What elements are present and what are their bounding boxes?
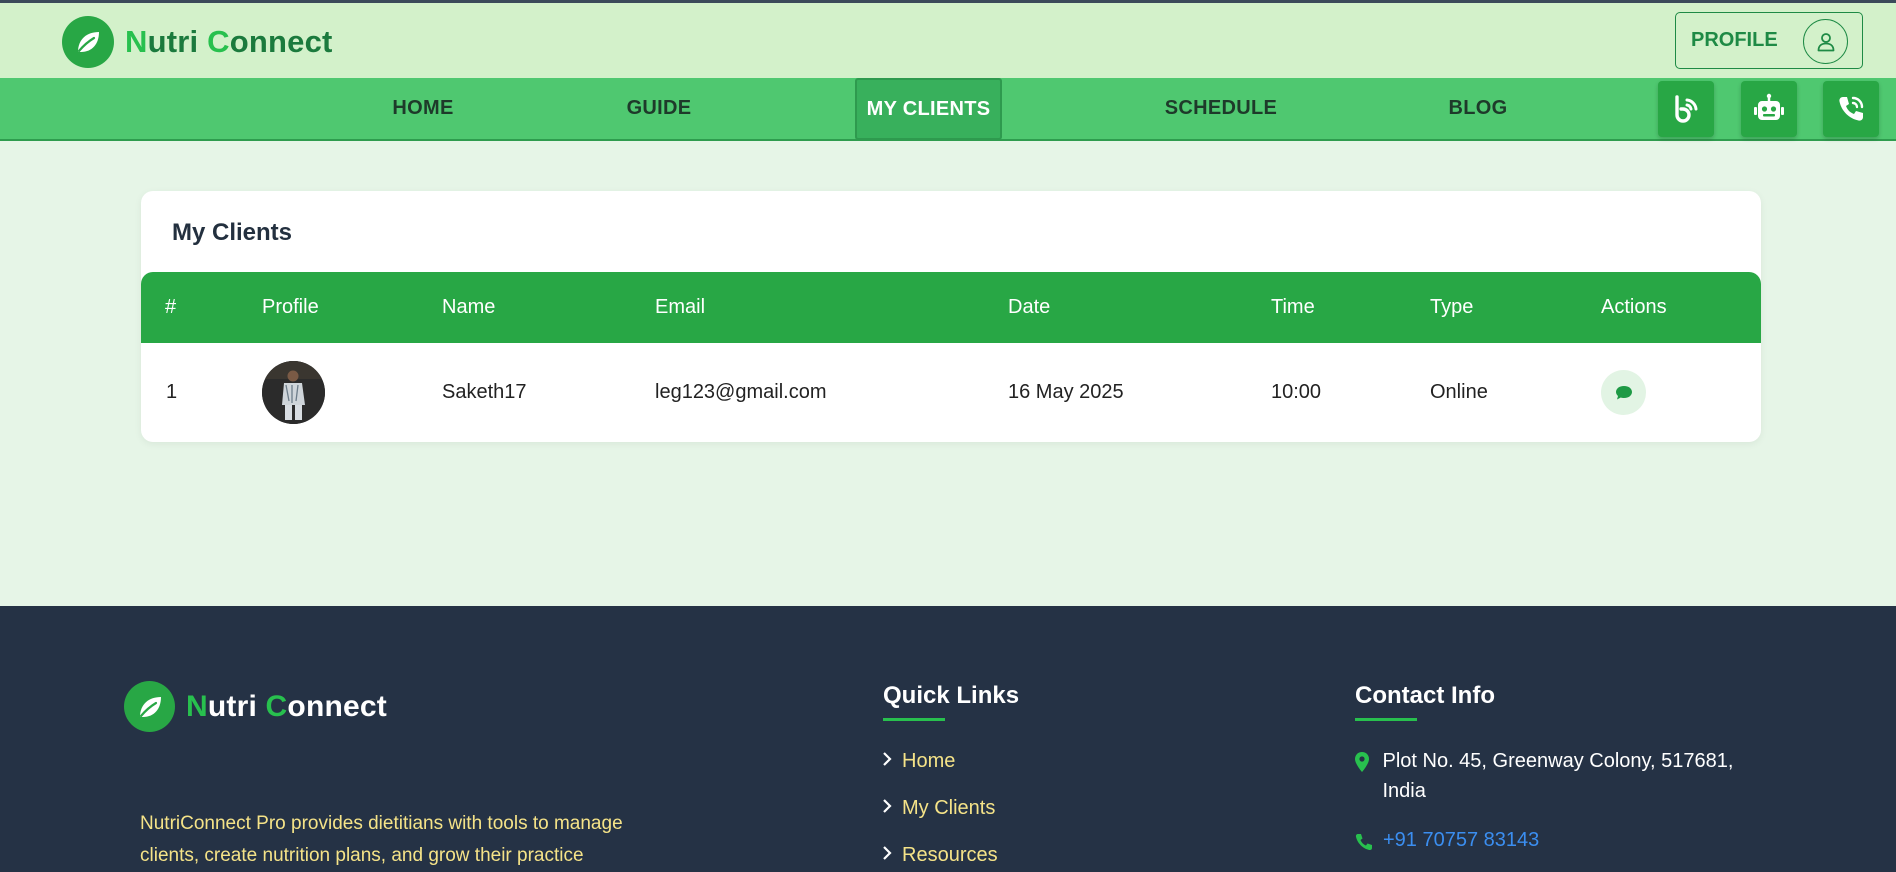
user-icon — [1803, 19, 1848, 64]
table-row: 1 Saketh17 leg123@gmail.com 16 May 2025 … — [141, 343, 1761, 442]
blog-icon[interactable] — [1658, 81, 1714, 137]
col-date: Date — [1008, 296, 1051, 318]
nav-my-clients[interactable]: MY CLIENTS — [855, 78, 1002, 140]
chevron-right-icon — [882, 797, 892, 820]
footer-link-resources[interactable]: Resources — [882, 844, 998, 867]
contact-underline — [1355, 718, 1417, 721]
col-type: Type — [1430, 296, 1474, 318]
header: Nutri Connect PROFILE — [0, 3, 1896, 78]
row-name: Saketh17 — [442, 381, 527, 403]
robot-icon[interactable] — [1741, 81, 1797, 137]
footer-link-label: Home — [902, 750, 956, 772]
nav-home[interactable]: HOME — [383, 78, 463, 139]
nav-schedule[interactable]: SCHEDULE — [1158, 78, 1284, 139]
footer-link-label: Resources — [902, 844, 998, 866]
col-actions: Actions — [1601, 296, 1667, 318]
phone-icon — [1355, 830, 1383, 860]
clients-card: My Clients # Profile Name Email Date Tim… — [141, 191, 1761, 442]
main-nav: HOME GUIDE MY CLIENTS SCHEDULE BLOG — [0, 78, 1896, 141]
map-pin-icon — [1355, 751, 1382, 806]
col-email: Email — [655, 296, 706, 318]
contact-heading: Contact Info — [1355, 682, 1495, 709]
row-date: 16 May 2025 — [1008, 381, 1124, 403]
footer: Nutri Connect NutriConnect Pro provides … — [0, 606, 1896, 872]
chevron-right-icon — [882, 844, 892, 867]
footer-link-home[interactable]: Home — [882, 750, 955, 773]
col-name: Name — [442, 296, 496, 318]
row-time: 10:00 — [1271, 381, 1322, 403]
nav-blog[interactable]: BLOG — [1445, 78, 1511, 139]
footer-brand-logo[interactable]: Nutri Connect — [124, 681, 387, 732]
row-avatar-cell — [262, 343, 325, 442]
chat-button[interactable] — [1601, 370, 1646, 415]
footer-link-my-clients[interactable]: My Clients — [882, 797, 995, 820]
brand-logo[interactable]: Nutri Connect — [62, 16, 333, 68]
leaf-icon — [62, 16, 114, 68]
page-title: My Clients — [172, 219, 293, 246]
phone-icon[interactable] — [1823, 81, 1879, 137]
col-index: # — [165, 296, 177, 318]
quick-links-underline — [883, 718, 945, 721]
contact-address: Plot No. 45, Greenway Colony, 517681, In… — [1355, 746, 1775, 806]
footer-description: NutriConnect Pro provides dietitians wit… — [140, 813, 623, 866]
row-index: 1 — [166, 381, 178, 403]
leaf-icon — [124, 681, 175, 732]
quick-links-heading: Quick Links — [883, 682, 1020, 709]
address-text: Plot No. 45, Greenway Colony, 517681, In… — [1382, 750, 1734, 802]
table-header: # Profile Name Email Date Time Type Acti… — [141, 272, 1761, 343]
footer-link-label: My Clients — [902, 797, 996, 819]
nav-guide[interactable]: GUIDE — [618, 78, 700, 139]
contact-phone[interactable]: +91 70757 83143 — [1355, 825, 1539, 860]
row-actions — [1601, 343, 1646, 442]
col-profile: Profile — [262, 296, 319, 318]
profile-label: PROFILE — [1691, 29, 1778, 51]
col-time: Time — [1271, 296, 1315, 318]
avatar[interactable] — [262, 361, 325, 424]
row-email: leg123@gmail.com — [655, 381, 827, 403]
row-type: Online — [1430, 381, 1488, 403]
chat-icon — [1615, 385, 1632, 399]
footer-brand-name: Nutri Connect — [186, 689, 387, 723]
brand-name: Nutri Connect — [125, 24, 333, 59]
chevron-right-icon — [882, 750, 892, 773]
phone-link[interactable]: +91 70757 83143 — [1383, 825, 1539, 860]
profile-button[interactable]: PROFILE — [1675, 12, 1863, 69]
